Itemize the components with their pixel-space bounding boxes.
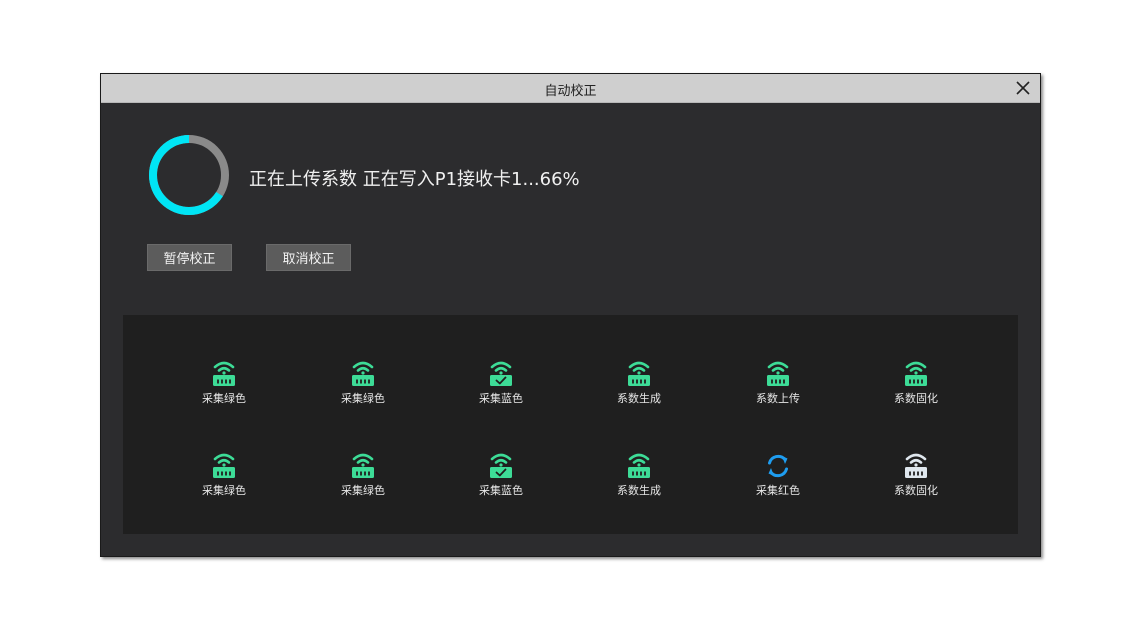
step-label: 采集绿色 bbox=[341, 392, 385, 405]
step-label: 系数上传 bbox=[756, 392, 800, 405]
status-text: 正在上传系数 正在写入P1接收卡1...66% bbox=[249, 169, 580, 190]
step-item: 采集蓝色 bbox=[456, 359, 546, 406]
step-item: 系数固化 bbox=[871, 451, 961, 498]
router-wifi-icon bbox=[352, 361, 374, 386]
dialog-title: 自动校正 bbox=[544, 84, 597, 99]
step-item: 采集绿色 bbox=[318, 451, 408, 498]
step-item: 采集红色 bbox=[733, 451, 823, 498]
step-item: 采集绿色 bbox=[179, 451, 269, 498]
step-label: 系数生成 bbox=[617, 392, 661, 405]
calibration-steps-panel: 采集绿色 采集绿色 采集蓝色 系数生成 系数上传 系数固化 采集绿色 采集绿色 … bbox=[123, 315, 1018, 534]
router-wifi-icon bbox=[213, 453, 235, 478]
step-item: 采集蓝色 bbox=[456, 451, 546, 498]
step-item: 采集绿色 bbox=[318, 359, 408, 406]
progress-ring bbox=[149, 135, 229, 215]
router-wifi-check-icon bbox=[490, 361, 512, 386]
router-wifi-icon bbox=[628, 361, 650, 386]
step-label: 采集绿色 bbox=[202, 484, 246, 497]
router-wifi-icon bbox=[213, 361, 235, 386]
router-wifi-check-icon bbox=[490, 453, 512, 478]
router-wifi-icon bbox=[905, 453, 927, 478]
close-button[interactable] bbox=[1012, 77, 1034, 99]
step-label: 系数固化 bbox=[894, 484, 938, 497]
step-label: 系数固化 bbox=[894, 392, 938, 405]
step-label: 采集蓝色 bbox=[479, 392, 523, 405]
step-item: 系数固化 bbox=[871, 359, 961, 406]
step-label: 采集蓝色 bbox=[479, 484, 523, 497]
router-wifi-icon bbox=[905, 361, 927, 386]
refresh-icon bbox=[768, 454, 788, 478]
auto-calibration-dialog: 自动校正 正在上传系数 正在写入P1接收卡1...66% 暂停校正 取消校正 采… bbox=[100, 73, 1041, 557]
step-item: 系数上传 bbox=[733, 359, 823, 406]
step-label: 系数生成 bbox=[617, 484, 661, 497]
router-wifi-icon bbox=[767, 361, 789, 386]
pause-calibration-button[interactable]: 暂停校正 bbox=[147, 244, 232, 271]
step-item: 系数生成 bbox=[594, 451, 684, 498]
cancel-calibration-button[interactable]: 取消校正 bbox=[266, 244, 351, 271]
step-label: 采集绿色 bbox=[202, 392, 246, 405]
step-label: 采集红色 bbox=[756, 484, 800, 497]
step-item: 采集绿色 bbox=[179, 359, 269, 406]
router-wifi-icon bbox=[352, 453, 374, 478]
title-bar[interactable]: 自动校正 bbox=[101, 74, 1040, 103]
step-item: 系数生成 bbox=[594, 359, 684, 406]
close-icon bbox=[1016, 81, 1030, 95]
router-wifi-icon bbox=[628, 453, 650, 478]
step-label: 采集绿色 bbox=[341, 484, 385, 497]
